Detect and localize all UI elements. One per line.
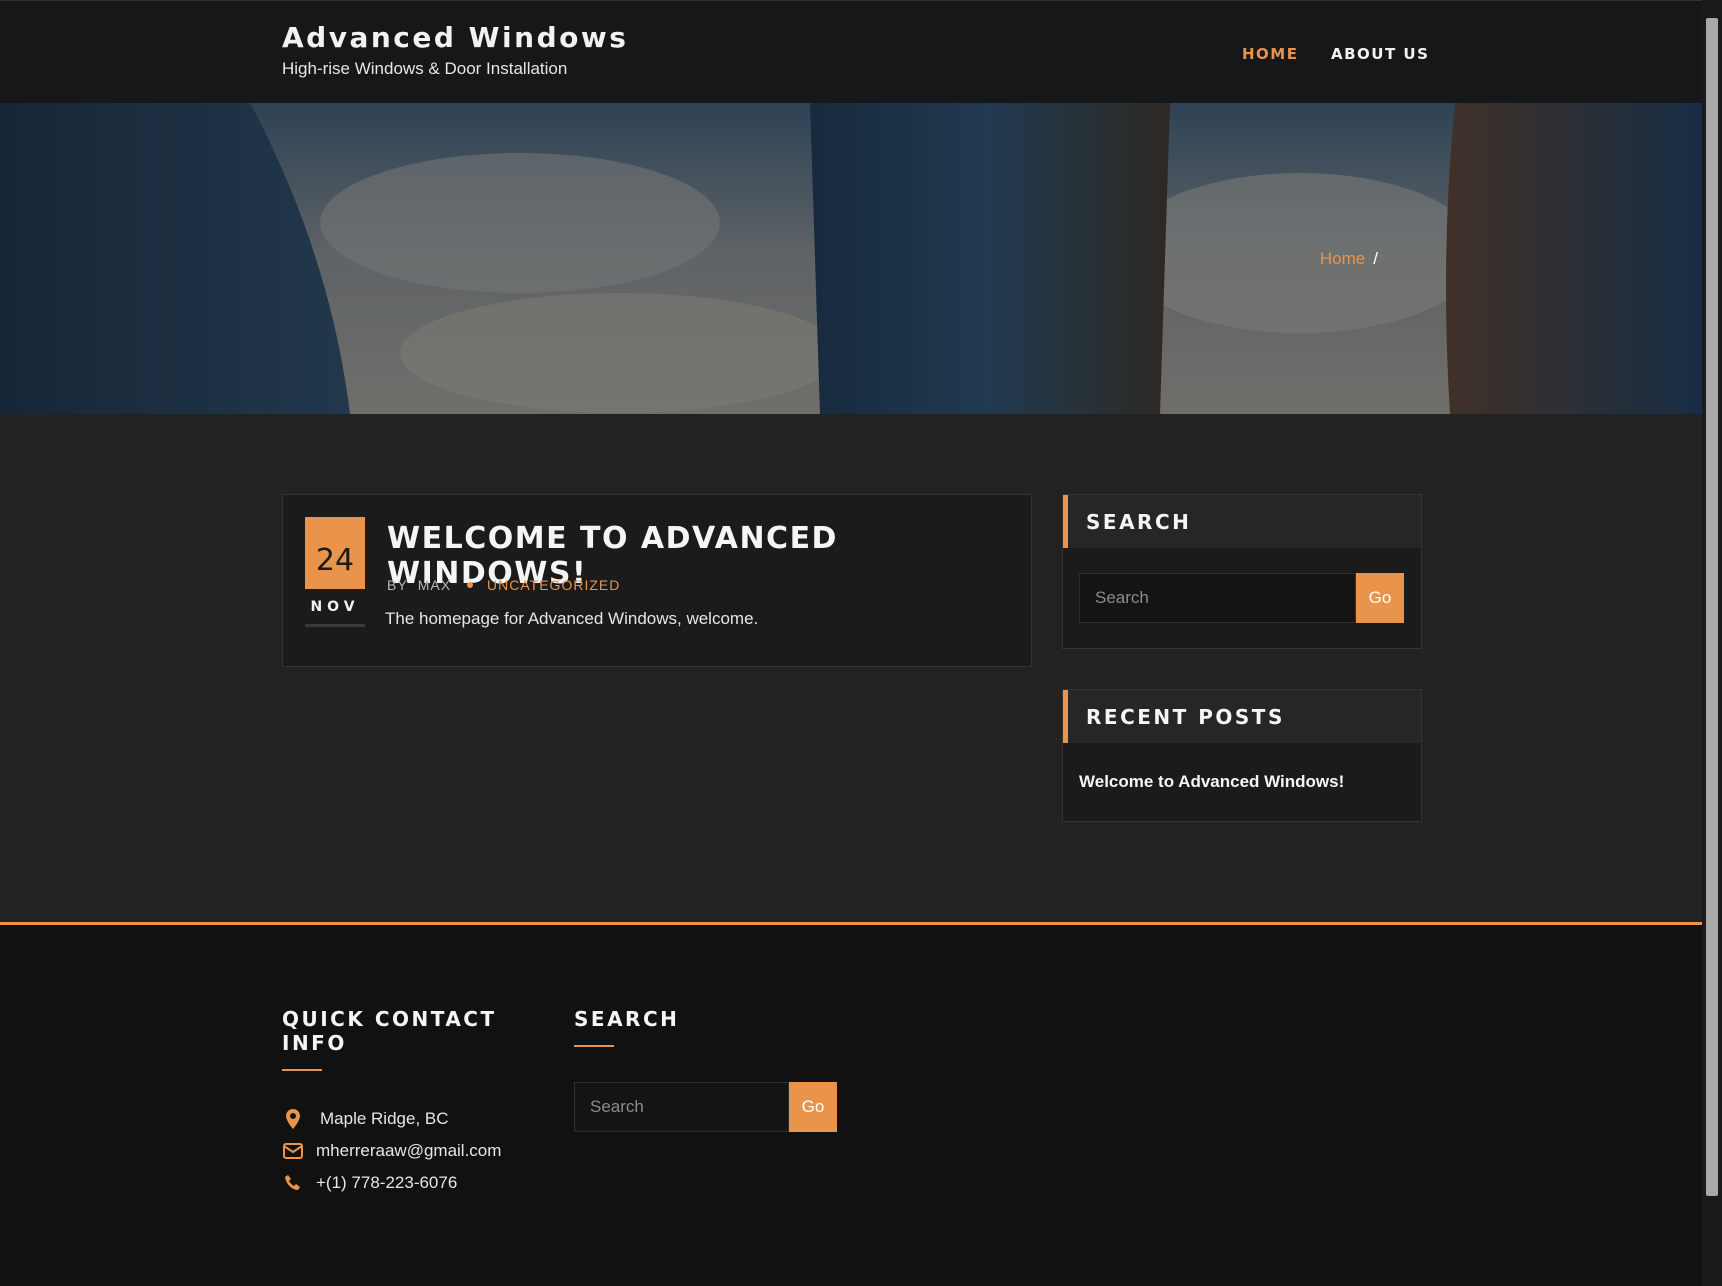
widget-title-recent-posts: RECENT POSTS [1086,704,1285,729]
post-card: 24 NOV WELCOME TO ADVANCED WINDOWS! BY M… [282,494,1032,667]
post-meta-by: BY [387,577,408,593]
nav-home[interactable]: HOME [1242,45,1298,63]
recent-posts-widget: RECENT POSTS Welcome to Advanced Windows… [1062,689,1422,822]
post-date-month: NOV [310,599,360,615]
nav-about-us[interactable]: ABOUT US [1331,45,1429,63]
site-title[interactable]: Advanced Windows [282,21,628,54]
widget-title-search: SEARCH [1086,509,1192,534]
footer-contact-title-line2: INFO [282,1031,347,1055]
footer-email-link[interactable]: mherreraaw@gmail.com [316,1141,501,1161]
widget-header: SEARCH [1063,495,1421,548]
site-footer: QUICK CONTACT INFO Maple Ridge, BC mherr… [0,922,1702,1286]
footer-address-text: Maple Ridge, BC [320,1109,449,1128]
date-divider [305,624,365,627]
site-tagline: High-rise Windows & Door Installation [282,59,568,78]
post-excerpt: The homepage for Advanced Windows, welco… [385,609,759,628]
phone-icon [282,1174,304,1192]
post-date-day: 24 [305,517,365,589]
meta-dot-icon [467,582,474,588]
scrollbar-thumb[interactable] [1706,18,1718,1196]
footer-contact-title-line1: QUICK CONTACT [282,1007,497,1031]
post-category-link[interactable]: UNCATEGORIZED [487,577,620,593]
footer-phone: +(1) 778-223-6076 [282,1173,457,1193]
footer-contact-underline [282,1069,322,1071]
breadcrumb-home-link[interactable]: Home [1320,249,1365,268]
footer-search-go-button[interactable]: Go [789,1082,837,1132]
footer-address: Maple Ridge, BC [282,1109,449,1129]
site-header: Advanced Windows High-rise Windows & Doo… [0,0,1702,103]
recent-post-link[interactable]: Welcome to Advanced Windows! [1079,772,1344,792]
breadcrumb-separator: / [1373,249,1378,268]
footer-search-input[interactable] [574,1082,789,1132]
envelope-icon [282,1143,304,1159]
page-scrollbar[interactable] [1702,0,1722,1286]
footer-search-underline [574,1045,614,1047]
widget-header: RECENT POSTS [1063,690,1421,743]
footer-search-form: Go [574,1082,837,1132]
hero-buildings-image [0,103,1702,414]
sidebar-search-go-button[interactable]: Go [1356,573,1404,623]
sidebar-search-form: Go [1079,573,1404,623]
footer-search-title: SEARCH [574,1007,680,1031]
sidebar-search-input[interactable] [1079,573,1356,623]
footer-contact-title: QUICK CONTACT INFO [282,1007,497,1055]
post-author-link[interactable]: MAX [418,577,451,593]
footer-email: mherreraaw@gmail.com [282,1141,501,1161]
sidebar-search-widget: SEARCH Go [1062,494,1422,649]
hero-banner: Home / [0,103,1702,414]
breadcrumb: Home / [1320,249,1378,269]
footer-phone-link[interactable]: +(1) 778-223-6076 [316,1173,457,1193]
map-pin-icon [282,1109,304,1129]
post-meta: BY MAX UNCATEGORIZED [387,577,620,593]
